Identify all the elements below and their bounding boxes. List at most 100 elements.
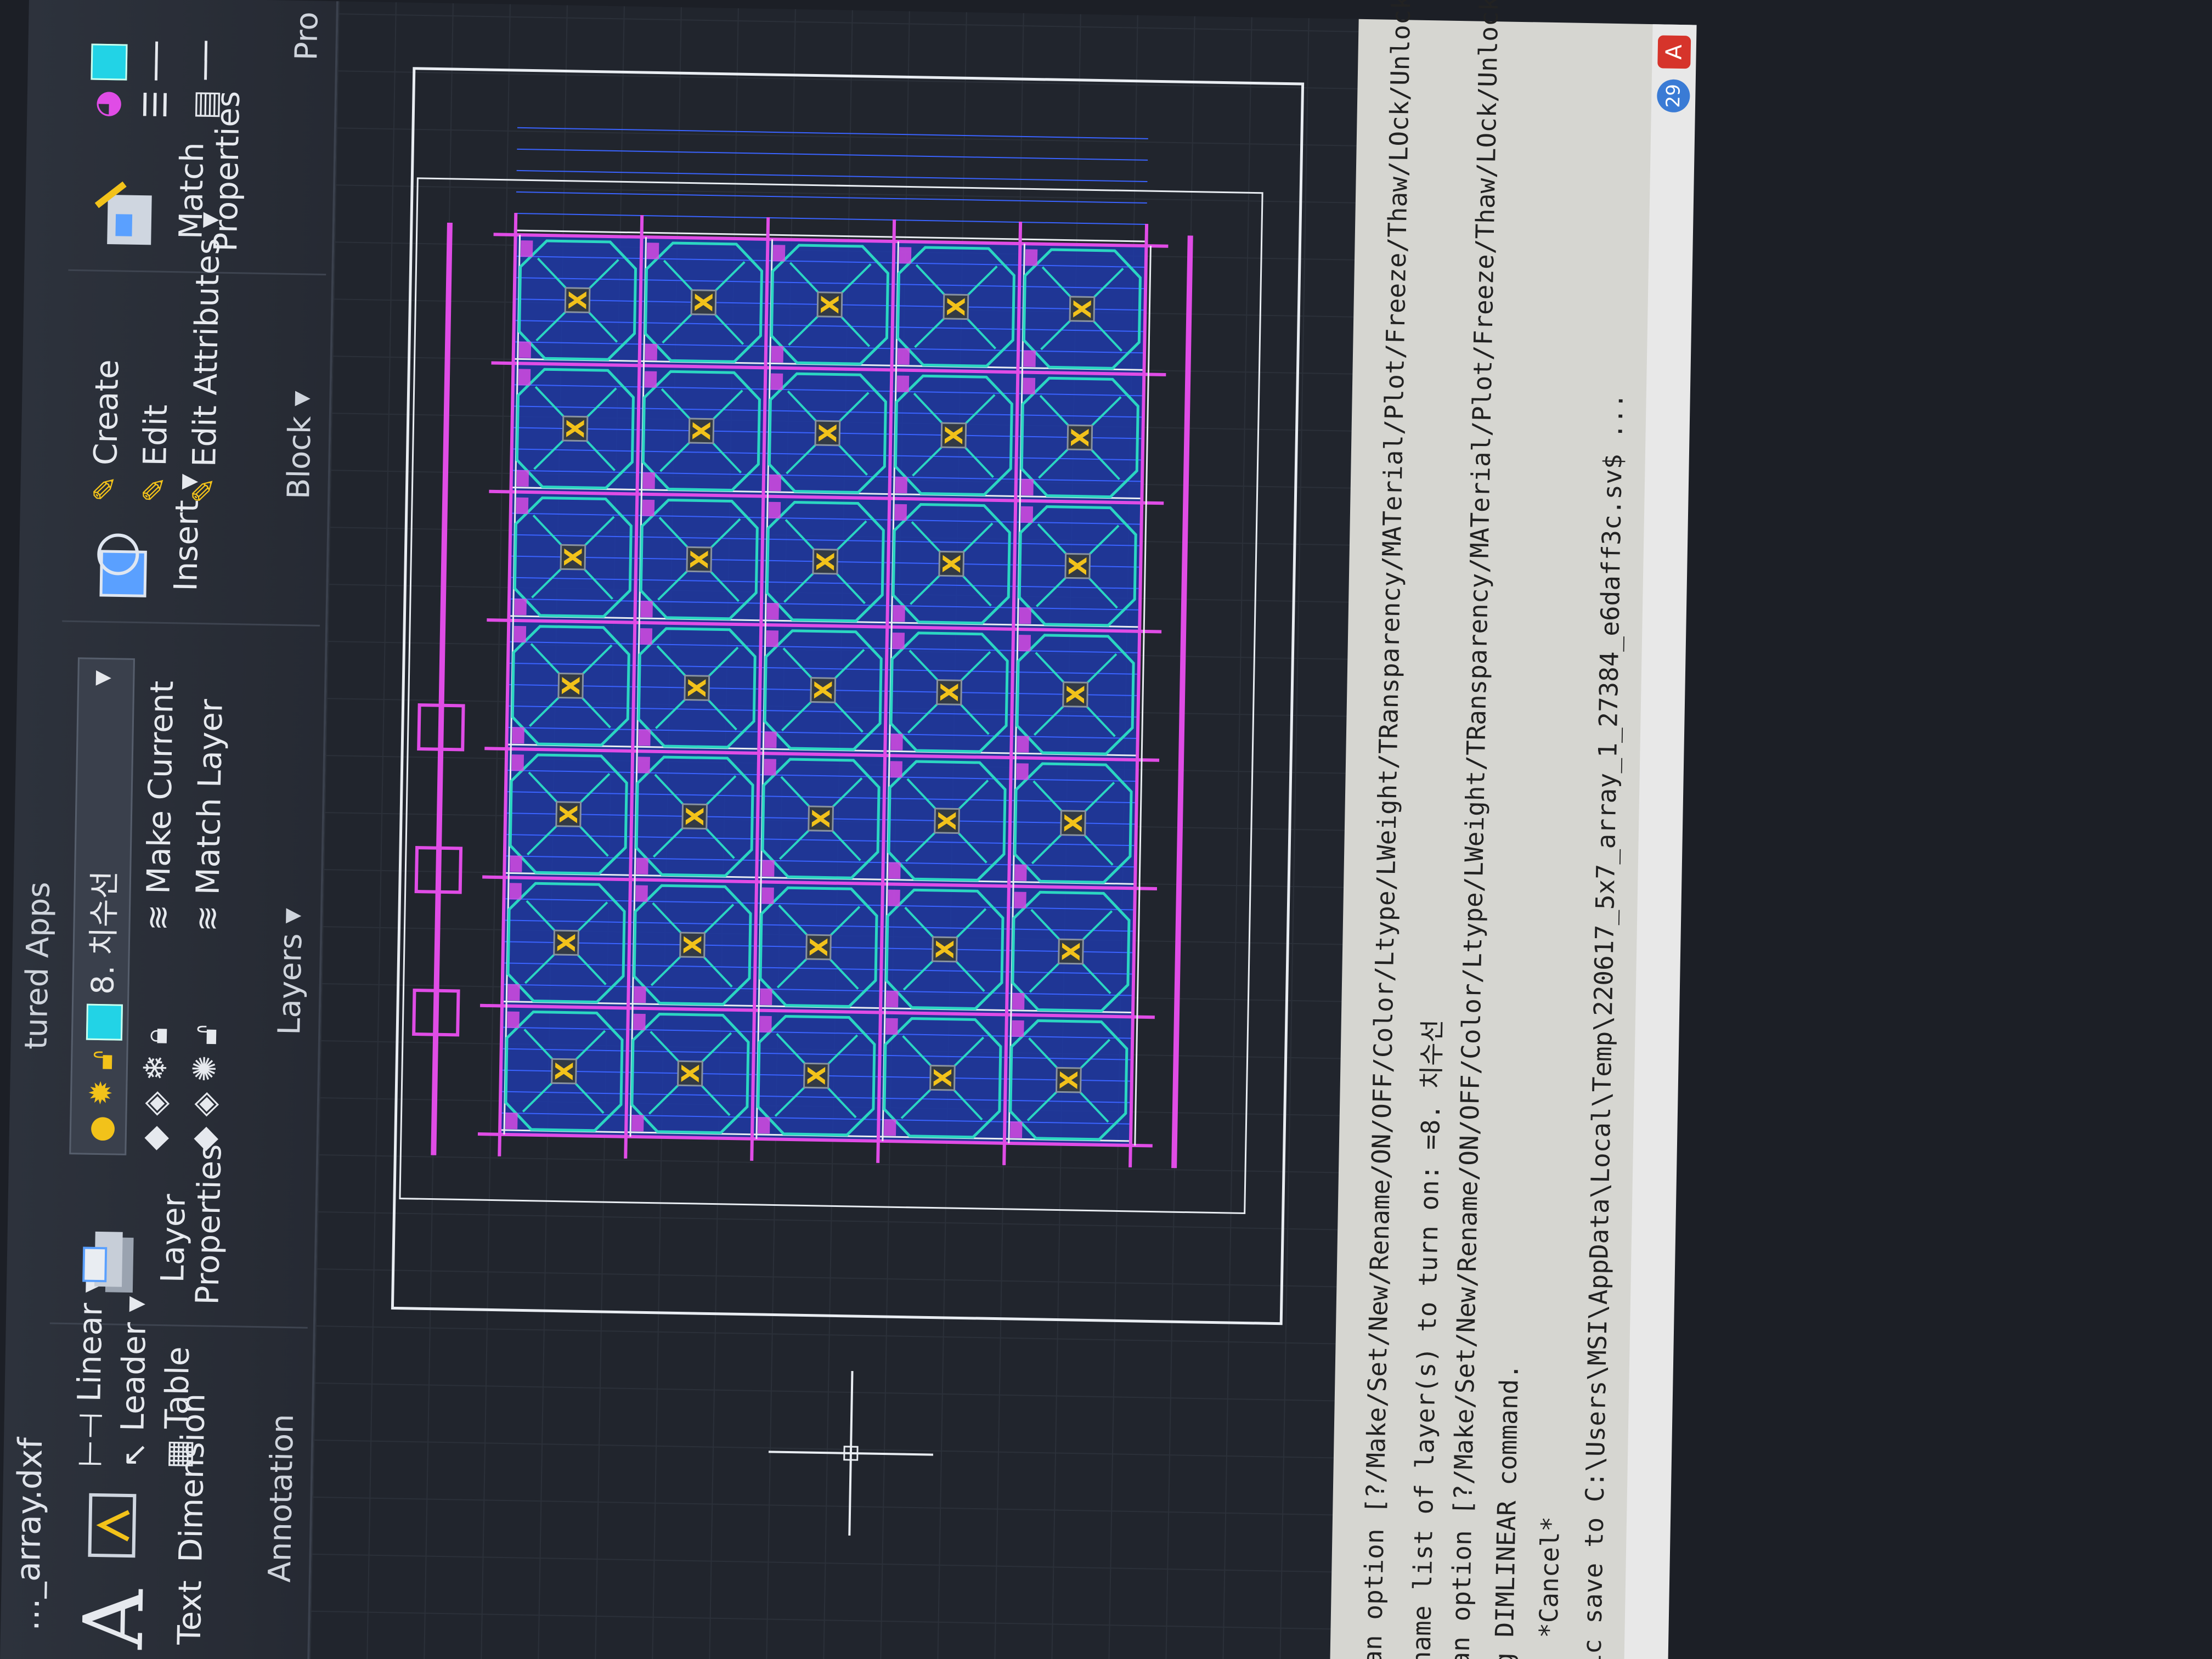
connection-marker (896, 375, 910, 392)
connection-marker (640, 600, 653, 618)
column-marker-x: X (564, 291, 592, 310)
column-marker-x: X (943, 297, 971, 317)
layers-label: Layers (272, 933, 309, 1036)
featured-apps-tab[interactable]: tured Apps (19, 882, 57, 1050)
connection-marker (770, 373, 783, 390)
connection-marker (758, 1116, 770, 1134)
connection-marker (768, 501, 781, 519)
connection-marker (509, 883, 522, 900)
annotation-panel-label[interactable]: Annotation (261, 1328, 302, 1659)
connection-marker (516, 497, 529, 515)
make-current-label: Make Current (139, 680, 181, 895)
joist-line (516, 212, 1147, 225)
connection-marker (638, 729, 651, 746)
column-marker-x: X (677, 1064, 706, 1083)
layer-freeze-icon[interactable]: ❄ (137, 1054, 174, 1081)
connection-marker (893, 605, 905, 622)
properties-panel-label[interactable]: Pro (285, 1, 325, 264)
connection-marker (886, 990, 899, 1008)
layer-properties-icon[interactable] (72, 1226, 153, 1298)
lineweight-icon: ▤ (186, 89, 224, 120)
connection-marker (1017, 736, 1029, 753)
notification-badge[interactable]: 29 (1656, 79, 1690, 113)
create-block-button[interactable]: ✎ Create (86, 359, 126, 503)
joist-line (516, 191, 1147, 204)
color-control[interactable]: ◕ (87, 43, 128, 119)
connection-marker (634, 986, 646, 1003)
drawing-viewport[interactable]: X X X X X X X X X X X X X X X X X X X X X X X X X X X X X X X X X X X (309, 1, 1359, 1659)
column-marker-x: X (932, 940, 960, 959)
leader-button[interactable]: ↖ Leader ▾ (113, 1296, 155, 1469)
connection-marker (888, 889, 900, 906)
match-properties-icon[interactable] (91, 178, 171, 251)
connection-marker (769, 474, 782, 492)
layer-dropdown[interactable]: ● ✹ 🔓︎ 8. 치수선 ▾ (69, 657, 135, 1155)
connection-marker (766, 630, 779, 647)
edit-block-icon: ✎ (135, 476, 173, 504)
annotation-panel: A Text Dimension ⊢⊣ Linear ▾ ↖ Leader ▾ … (43, 1277, 308, 1659)
layer-off-icon[interactable]: ◈ (136, 1091, 173, 1116)
match-layer-button[interactable]: ≋ Match Layer (188, 699, 229, 932)
edit-block-button[interactable]: ✎ Edit (136, 404, 174, 504)
connection-marker (507, 984, 520, 1001)
table-icon: ▦ (159, 1438, 198, 1470)
connection-marker (1014, 891, 1026, 909)
table-button[interactable]: ▦ Table (157, 1346, 199, 1469)
layers-panel-label[interactable]: Layers ▾ (267, 626, 314, 1318)
layer-properties-button[interactable]: Layer Properties (154, 1144, 228, 1305)
layer-state-icon[interactable]: ◆ (135, 1126, 173, 1151)
column-marker-x: X (560, 548, 588, 567)
lineweight-control[interactable]: ▤ ── (186, 41, 224, 120)
layer-lock-icon[interactable]: 🔒︎ (137, 1027, 175, 1045)
connection-marker (507, 1011, 520, 1029)
create-block-icon: ✎ (86, 475, 124, 503)
dimension-icon[interactable] (78, 1489, 153, 1561)
model-space-canvas[interactable]: X X X X X X X X X X X X X X X X X X X X X X X X X X X X X X X X X X X (309, 1, 1359, 1659)
layer-unlock-icon[interactable]: 🔓︎ (187, 1024, 224, 1046)
match-properties-button[interactable]: Match Properties (172, 91, 247, 252)
joist-line (516, 170, 1148, 182)
connection-marker (766, 602, 779, 620)
ribbon: …_array.dxf tured Apps A Text Dimension … (0, 0, 338, 1659)
connection-marker (1021, 478, 1034, 496)
linetype-control[interactable]: ☰ ── (137, 42, 175, 119)
object-color-swatch (91, 43, 128, 81)
column-marker-x: X (936, 682, 964, 702)
column-marker-x: X (555, 805, 584, 824)
connection-marker (892, 632, 905, 650)
layer-isolate-icon[interactable]: ◆ (184, 1126, 222, 1152)
layer-thaw-icon[interactable]: ✺ (186, 1055, 224, 1082)
joist-line (517, 148, 1148, 161)
linear-dimension-icon: ⊢⊣ (71, 1412, 110, 1468)
connection-marker (518, 341, 532, 358)
column-marker-x: X (553, 933, 582, 952)
connection-marker (1020, 506, 1034, 523)
top-rail (431, 222, 453, 1155)
autocad-app-icon[interactable]: A (1657, 35, 1691, 69)
block-panel-label[interactable]: Block ▾ (279, 275, 320, 616)
connection-marker (644, 371, 657, 388)
layer-color-swatch (86, 1004, 123, 1041)
make-current-button[interactable]: ≋ Make Current (139, 680, 180, 931)
connection-marker (888, 862, 901, 879)
connection-marker (899, 247, 912, 264)
column-marker-x: X (803, 1066, 832, 1085)
connection-marker (637, 757, 651, 774)
connection-marker (1018, 634, 1031, 652)
column-marker-x: X (1062, 685, 1091, 704)
insert-icon[interactable] (84, 529, 165, 601)
column-marker-x: X (1058, 942, 1086, 961)
joist-line (517, 127, 1148, 139)
text-button[interactable]: Text (171, 1580, 209, 1645)
linetype-icon: ☰ (137, 89, 175, 120)
column-marker-x: X (1069, 300, 1097, 319)
connection-marker (635, 885, 648, 902)
layer-walk-icon[interactable]: ◈ (185, 1092, 223, 1117)
color-wheel-icon: ◕ (87, 89, 126, 119)
column-marker-x: X (934, 811, 962, 831)
connection-marker (514, 598, 527, 616)
text-icon[interactable]: A (66, 1589, 163, 1650)
connection-marker (760, 988, 772, 1006)
bulb-icon: ● (82, 1115, 119, 1143)
connection-marker (640, 628, 653, 645)
